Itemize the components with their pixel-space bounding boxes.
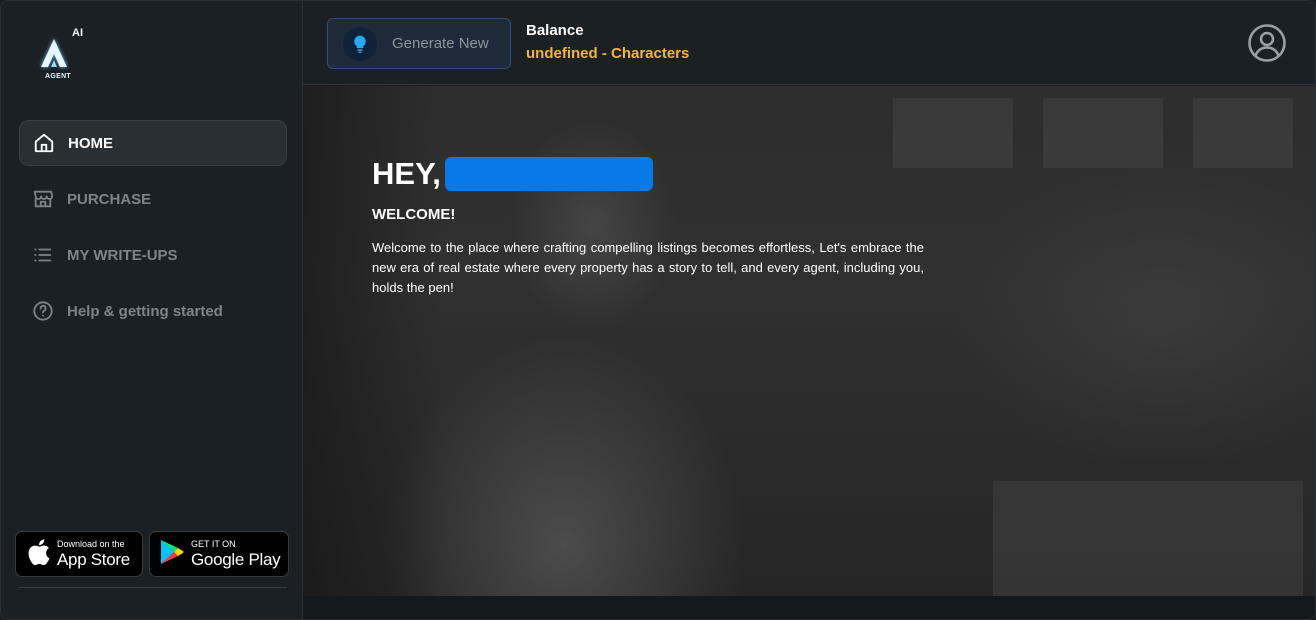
sidebar-divider xyxy=(19,587,287,588)
generate-new-label: Generate New xyxy=(392,35,489,52)
app-logo[interactable]: AI AGENT xyxy=(31,27,87,83)
store-icon xyxy=(31,187,55,211)
sidebar-item-home[interactable]: HOME xyxy=(19,120,287,166)
help-icon xyxy=(31,299,55,323)
app-store-button[interactable]: Download on the App Store xyxy=(15,531,143,577)
app-window: AI AGENT HOME PURCHASE MY WRITE-UPS Help… xyxy=(0,0,1316,620)
balance-panel: Balance undefined - Characters xyxy=(526,22,689,62)
app-store-small-text: Download on the xyxy=(57,539,125,549)
sidebar-item-label: Help & getting started xyxy=(67,302,223,320)
apple-icon xyxy=(25,537,51,572)
sidebar-item-my-write-ups[interactable]: MY WRITE-UPS xyxy=(19,232,287,278)
store-badges: Download on the App Store GET IT ON Goog… xyxy=(15,531,289,577)
hero-content: HEY, WELCOME! Welcome to the place where… xyxy=(372,156,924,298)
google-play-big-text: Google Play xyxy=(191,550,281,569)
generate-new-button[interactable]: Generate New xyxy=(327,18,511,69)
list-icon xyxy=(31,243,55,267)
background-office-desk xyxy=(993,481,1303,596)
sidebar-item-help[interactable]: Help & getting started xyxy=(19,288,287,334)
home-icon xyxy=(32,131,56,155)
google-play-small-text: GET IT ON xyxy=(191,539,236,549)
app-store-big-text: App Store xyxy=(57,550,130,569)
greeting-text: HEY, xyxy=(372,156,441,191)
hero-banner: HEY, WELCOME! Welcome to the place where… xyxy=(303,86,1315,596)
top-header: Generate New Balance undefined - Charact… xyxy=(303,1,1315,85)
sidebar-item-label: MY WRITE-UPS xyxy=(67,246,178,264)
google-play-button[interactable]: GET IT ON Google Play xyxy=(149,531,289,577)
sidebar-nav: HOME PURCHASE MY WRITE-UPS Help & gettin… xyxy=(19,120,287,344)
logo-agent-text: AGENT xyxy=(45,73,71,80)
redacted-user-name xyxy=(444,157,653,191)
welcome-description: Welcome to the place where crafting comp… xyxy=(372,240,924,295)
user-avatar-icon xyxy=(1247,24,1287,67)
logo-mark-icon xyxy=(41,39,67,67)
lightbulb-icon xyxy=(343,26,377,61)
logo-ai-text: AI xyxy=(72,27,83,39)
sidebar-item-label: PURCHASE xyxy=(67,190,152,208)
background-ceiling-lights xyxy=(893,98,1293,168)
balance-value: undefined - Characters xyxy=(526,45,690,62)
user-profile-button[interactable] xyxy=(1247,23,1287,63)
google-play-icon xyxy=(159,538,185,571)
sidebar-item-purchase[interactable]: PURCHASE xyxy=(19,176,287,222)
sidebar-item-label: HOME xyxy=(68,134,113,152)
welcome-heading: WELCOME! xyxy=(372,206,456,223)
greeting-row: HEY, xyxy=(372,156,924,192)
balance-title: Balance xyxy=(526,22,584,39)
footer-bar xyxy=(303,596,1315,619)
sidebar: AI AGENT HOME PURCHASE MY WRITE-UPS Help… xyxy=(1,1,303,619)
